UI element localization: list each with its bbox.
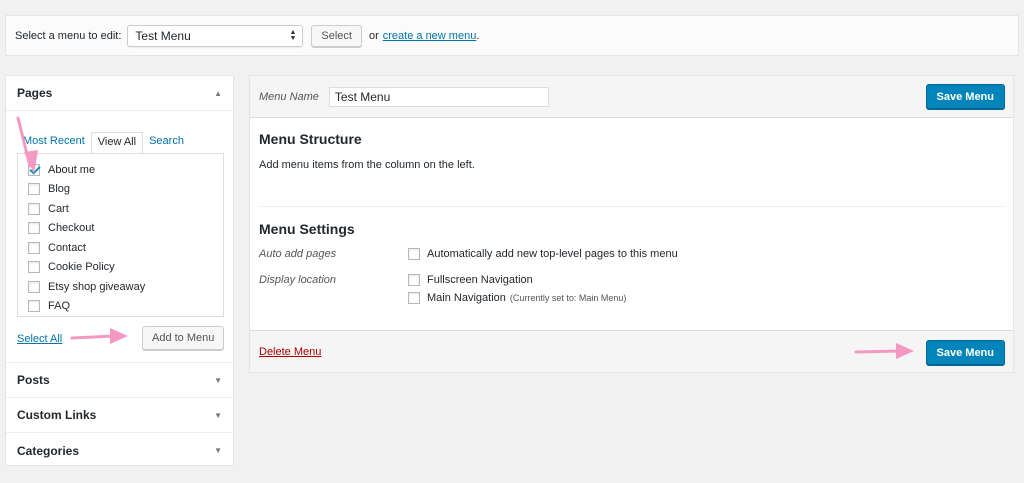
list-item[interactable]: Blog xyxy=(18,180,223,200)
tab-view-all[interactable]: View All xyxy=(90,132,144,154)
pages-section-body: Most Recent View All Search About me Blo… xyxy=(6,111,233,363)
location-note: (Currently set to: Main Menu) xyxy=(509,293,627,303)
menu-edit-panel: Menu Name Test Menu Save Menu Menu Struc… xyxy=(249,75,1014,373)
location-checkbox[interactable] xyxy=(408,292,420,304)
page-label: About me xyxy=(48,163,96,176)
page-checkbox[interactable] xyxy=(28,222,40,235)
page-label: Cart xyxy=(48,202,69,215)
page-label: Cookie Policy xyxy=(48,261,115,274)
posts-section-header[interactable]: Posts ▼ xyxy=(6,363,233,398)
list-item[interactable]: Etsy shop giveaway xyxy=(18,277,223,297)
delete-menu-link[interactable]: Delete Menu xyxy=(259,346,321,358)
save-menu-button-top[interactable]: Save Menu xyxy=(925,84,1005,109)
updown-icon: ▲ ▼ xyxy=(289,28,297,42)
auto-add-option[interactable]: Automatically add new top-level pages to… xyxy=(408,248,678,260)
menu-select-label: Select a menu to edit: xyxy=(15,29,122,42)
menu-structure-description: Add menu items from the column on the le… xyxy=(259,159,475,171)
auto-add-option-label: Automatically add new top-level pages to… xyxy=(427,248,678,260)
auto-add-checkbox[interactable] xyxy=(408,248,420,260)
page-checkbox[interactable] xyxy=(28,241,40,254)
select-button[interactable]: Select xyxy=(311,24,362,47)
pages-tabs: Most Recent View All Search xyxy=(17,132,190,154)
location-label: Fullscreen Navigation xyxy=(427,274,533,286)
location-option[interactable]: Main Navigation (Currently set to: Main … xyxy=(408,292,626,304)
period-text: . xyxy=(476,29,480,42)
display-location-label: Display location xyxy=(259,274,337,286)
tab-search[interactable]: Search xyxy=(143,132,190,154)
page-checkbox[interactable] xyxy=(28,163,40,176)
menu-name-input[interactable]: Test Menu xyxy=(328,86,549,107)
page-checkbox[interactable] xyxy=(28,202,40,215)
or-text: or xyxy=(368,29,379,42)
page-checkbox[interactable] xyxy=(28,280,40,293)
add-menu-items-sidebar: Pages ▲ Most Recent View All Search Abou… xyxy=(5,75,234,466)
list-item[interactable]: About me xyxy=(18,160,223,180)
categories-section-title: Categories xyxy=(17,443,80,458)
location-option[interactable]: Fullscreen Navigation xyxy=(408,274,533,286)
page-label: FAQ xyxy=(48,300,71,313)
pages-section-header[interactable]: Pages ▲ xyxy=(6,76,233,111)
list-item[interactable]: Cart xyxy=(18,199,223,219)
menu-select-value: Test Menu xyxy=(135,28,191,43)
categories-section-header[interactable]: Categories ▼ xyxy=(6,433,233,468)
page-label: Etsy shop giveaway xyxy=(48,280,146,293)
menu-footer: Delete Menu Save Menu xyxy=(250,330,1013,372)
custom-links-section-header[interactable]: Custom Links ▼ xyxy=(6,398,233,433)
list-item[interactable]: Contact xyxy=(18,238,223,258)
pages-checklist: About me Blog Cart Checkout Contact Cook… xyxy=(17,153,224,317)
page-checkbox[interactable] xyxy=(28,300,40,313)
list-item[interactable]: FAQ xyxy=(18,297,223,317)
tab-most-recent[interactable]: Most Recent xyxy=(17,132,91,154)
page-checkbox[interactable] xyxy=(28,261,40,274)
list-item[interactable]: Cookie Policy xyxy=(18,258,223,278)
auto-add-label: Auto add pages xyxy=(259,248,337,260)
page-label: Checkout xyxy=(48,222,95,235)
page-label: Contact xyxy=(48,241,86,254)
menu-name-value: Test Menu xyxy=(334,89,391,104)
menu-select-bar: Select a menu to edit: Test Menu ▲ ▼ Sele… xyxy=(5,15,1019,56)
pages-section-title: Pages xyxy=(17,86,53,100)
menu-settings-title: Menu Settings xyxy=(259,221,355,237)
custom-links-section-title: Custom Links xyxy=(17,408,97,422)
expand-down-icon[interactable]: ▼ xyxy=(214,376,222,385)
menu-structure-title: Menu Structure xyxy=(259,131,362,147)
location-checkbox[interactable] xyxy=(408,274,420,286)
menu-name-label: Menu Name xyxy=(259,90,319,103)
select-all-link[interactable]: Select All xyxy=(17,333,62,345)
menu-header: Menu Name Test Menu Save Menu xyxy=(250,76,1013,118)
create-new-menu-link[interactable]: create a new menu xyxy=(383,30,477,42)
expand-down-icon[interactable]: ▼ xyxy=(214,411,222,420)
list-item[interactable]: Checkout xyxy=(18,219,223,239)
location-label: Main Navigation xyxy=(427,292,506,304)
section-divider xyxy=(259,206,1004,207)
expand-down-icon[interactable]: ▼ xyxy=(214,446,222,455)
collapse-up-icon[interactable]: ▲ xyxy=(214,89,222,98)
page-checkbox[interactable] xyxy=(28,183,40,196)
posts-section-title: Posts xyxy=(17,373,50,387)
save-menu-button-bottom[interactable]: Save Menu xyxy=(925,340,1005,365)
menu-select[interactable]: Test Menu ▲ ▼ xyxy=(127,24,304,47)
add-to-menu-button[interactable]: Add to Menu xyxy=(142,326,225,350)
page-label: Blog xyxy=(48,183,71,196)
